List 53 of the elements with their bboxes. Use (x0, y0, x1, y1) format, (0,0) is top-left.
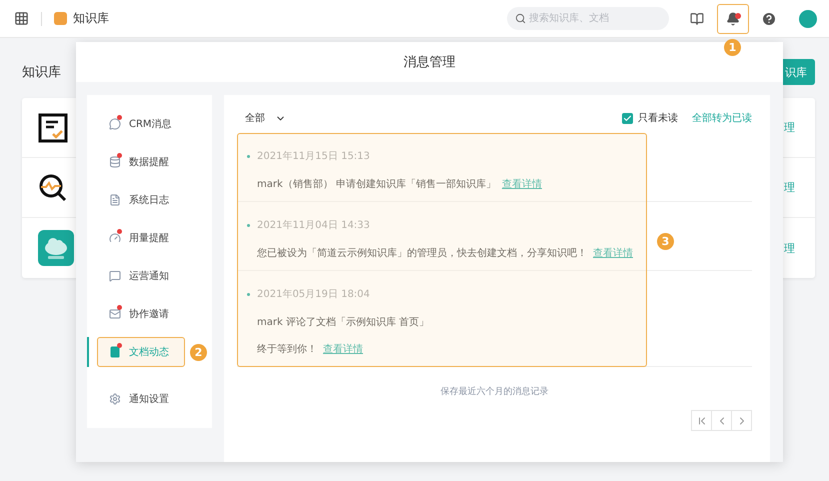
search-field[interactable]: 搜索知识库、文档 (507, 7, 669, 30)
category-item[interactable]: 系统日志 (87, 181, 212, 219)
view-details-link[interactable]: 查看详情 (593, 248, 633, 259)
app-name: 知识库 (73, 10, 109, 27)
step-marker: 3 (657, 233, 674, 250)
step-marker: 2 (190, 344, 207, 361)
first-page-button[interactable] (691, 410, 712, 431)
manage-link[interactable]: 理 (784, 240, 795, 256)
previous-page-button[interactable] (711, 410, 732, 431)
manage-link[interactable]: 理 (784, 180, 795, 195)
book-icon[interactable] (690, 12, 704, 26)
book-icon (109, 346, 121, 358)
mark-all-read-link[interactable]: 全部转为已读 (692, 111, 752, 125)
category-item[interactable]: 运营通知 (87, 257, 212, 295)
step-marker: 1 (724, 38, 741, 56)
message-time: 2021年11月15日 15:13 (247, 147, 752, 165)
category-item[interactable]: 通知设置 (87, 380, 212, 418)
bell-icon (726, 12, 740, 26)
app-logo-icon (54, 12, 67, 25)
message-text: 终于等到你！ (257, 344, 317, 355)
message-icon (109, 270, 121, 282)
magnifier-icon (38, 172, 68, 202)
category-item[interactable]: CRM消息 (87, 105, 212, 143)
apps-grid-icon[interactable] (14, 11, 29, 26)
next-page-button[interactable] (731, 410, 752, 431)
category-item[interactable]: 用量提醒 (87, 219, 212, 257)
settings-icon (109, 393, 121, 405)
manage-link[interactable]: 理 (784, 120, 795, 135)
search-icon (515, 13, 526, 24)
message-text: mark（销售部） 申请创建知识库「销售一部知识库」 (257, 179, 496, 190)
check-icon (623, 114, 632, 122)
chat-icon (109, 118, 121, 130)
unread-only-checkbox[interactable]: 只看未读 (622, 111, 678, 125)
view-details-link[interactable]: 查看详情 (323, 344, 363, 355)
message-time: 2021年11月04日 14:33 (247, 216, 752, 234)
message-time: 2021年05月19日 18:04 (247, 285, 752, 303)
gauge-icon (109, 232, 121, 244)
database-icon (109, 156, 121, 168)
message-text: 您已被设为「简道云示例知识库」的管理员，快去创建文档，分享知识吧！ (257, 248, 587, 259)
help-icon[interactable] (761, 10, 777, 26)
retention-note: 保存最近六个月的消息记录 (440, 387, 548, 397)
category-item[interactable]: 协作邀请 (87, 295, 212, 333)
view-details-link[interactable]: 查看详情 (502, 179, 542, 190)
envelope-icon (109, 308, 121, 320)
document-icon (109, 194, 121, 206)
message-text: mark 评论了文档「示例知识库 首页」 (257, 317, 430, 328)
page-title: 知识库 (22, 64, 61, 81)
category-item[interactable]: 数据提醒 (87, 143, 212, 181)
avatar[interactable] (799, 10, 817, 28)
dialog-title: 消息管理 (404, 54, 456, 71)
cloud-app-icon (38, 230, 74, 266)
checklist-icon (38, 112, 68, 142)
filter-dropdown[interactable]: 全部 (245, 111, 286, 125)
